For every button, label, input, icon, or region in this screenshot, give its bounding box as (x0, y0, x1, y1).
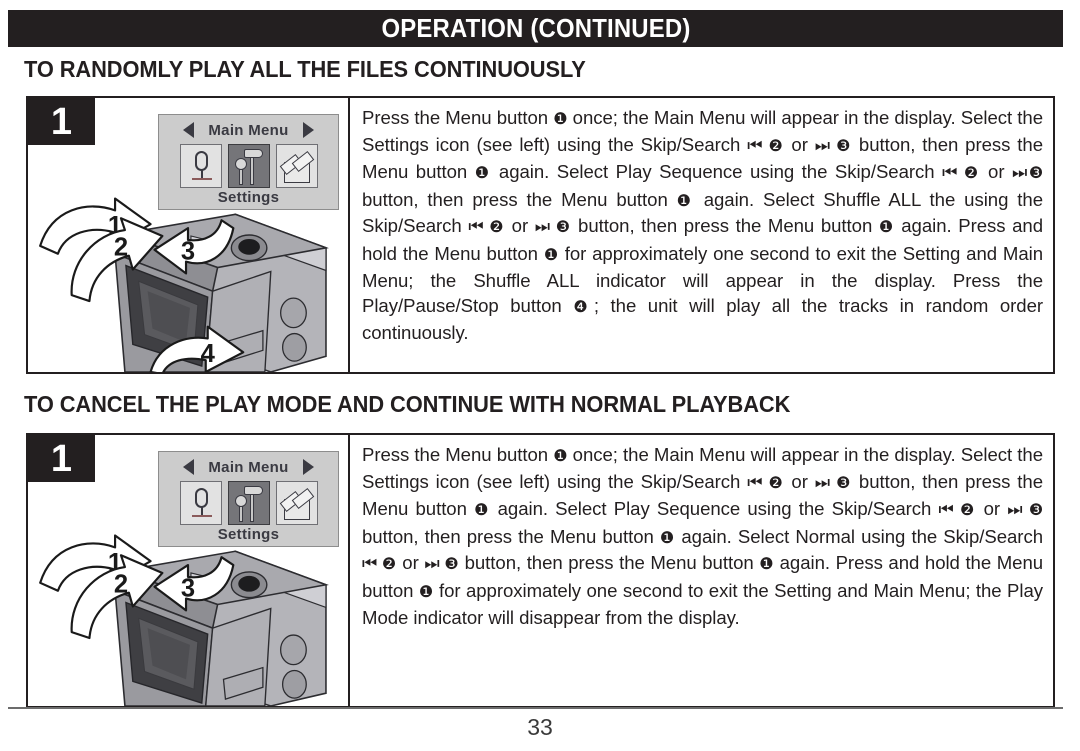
svg-text:3: 3 (181, 238, 195, 266)
svg-text:3: 3 (181, 575, 195, 603)
skip-search-glyph: ⏮ (938, 500, 954, 521)
svg-text:4: 4 (201, 340, 216, 368)
step-box-1: 1 Main Menu Settings 1 2 3 4 Press the M… (26, 96, 1055, 374)
arrow-left-icon (183, 122, 195, 138)
skip-search-glyph: ⏮ (747, 472, 762, 493)
callout-number-glyph: ❷ (489, 217, 506, 237)
callout-number-glyph: ❶ (553, 446, 568, 465)
callout-number-glyph: ❶ (759, 554, 775, 574)
lcd-icon-row (159, 144, 338, 188)
microphone-icon (179, 481, 222, 525)
instruction-text-1: Press the Menu button ❶ once; the Main M… (362, 107, 1044, 343)
lcd-title-row: Main Menu (159, 452, 338, 480)
callout-number-glyph: ❶ (474, 500, 491, 520)
section-heading-1: TO RANDOMLY PLAY ALL THE FILES CONTINUOU… (24, 56, 586, 82)
skip-search-glyph: ⏮ (942, 163, 957, 184)
callout-number-glyph: ❷ (381, 554, 397, 574)
skip-search-glyph: ⏭ (814, 135, 830, 156)
main-menu-screen-1: Main Menu Settings (158, 114, 339, 210)
lcd-title: Main Menu (208, 121, 289, 139)
step-number-badge-1: 1 (28, 98, 95, 145)
callout-number-glyph: ❶ (878, 217, 895, 237)
skip-search-glyph: ⏭ (1007, 500, 1022, 521)
illustration-pane-2: 1 Main Menu Settings 1 2 3 (28, 435, 350, 706)
main-menu-screen-2: Main Menu Settings (158, 451, 339, 547)
callout-number-glyph: ❸ (1028, 500, 1043, 520)
skip-search-glyph: ⏮ (362, 554, 377, 575)
step-number-badge-2: 1 (28, 435, 95, 482)
microphone-icon (179, 144, 222, 188)
lcd-title: Main Menu (208, 458, 289, 476)
files-icon (275, 481, 318, 525)
arrow-right-icon (302, 459, 314, 475)
lcd-icon-row (159, 481, 338, 525)
lcd-caption: Settings (217, 189, 280, 206)
callout-number-glyph: ❸ (1026, 163, 1043, 183)
callout-number-glyph: ❶ (418, 581, 434, 601)
svg-text:2: 2 (114, 571, 128, 599)
instruction-pane-1: Press the Menu button ❶ once; the Main M… (350, 98, 1053, 372)
skip-search-glyph: ⏭ (814, 472, 830, 493)
arrow-right-icon (302, 122, 314, 138)
callout-number-glyph: ❷ (963, 163, 981, 183)
step-box-2: 1 Main Menu Settings 1 2 3 Press the Men… (26, 433, 1055, 708)
page-title: OPERATION (CONTINUED) (380, 13, 691, 43)
callout-number-glyph: ❶ (553, 109, 568, 128)
page-number: 33 (527, 714, 553, 740)
callout-number-glyph: ❸ (444, 554, 459, 574)
section-heading-2: TO CANCEL THE PLAY MODE AND CONTINUE WIT… (24, 391, 791, 417)
callout-number-glyph: ❶ (543, 244, 559, 264)
footer-divider (8, 707, 1063, 709)
callout-number-glyph: ❷ (960, 500, 977, 520)
lcd-caption: Settings (217, 526, 280, 543)
skip-search-glyph: ⏭ (424, 554, 439, 575)
callout-number-glyph: ❸ (555, 217, 572, 237)
svg-text:2: 2 (114, 234, 128, 262)
lcd-title-row: Main Menu (159, 115, 338, 143)
skip-search-glyph: ⏮ (468, 217, 483, 238)
callout-number-glyph: ❶ (676, 190, 695, 210)
illustration-pane-1: 1 Main Menu Settings 1 2 3 4 (28, 98, 350, 372)
arrow-left-icon (183, 459, 195, 475)
files-icon (275, 144, 318, 188)
instruction-pane-2: Press the Menu button ❶ once; the Main M… (350, 435, 1053, 706)
skip-search-glyph: ⏭ (534, 217, 550, 238)
callout-number-glyph: ❷ (768, 472, 785, 492)
callout-number-glyph: ❶ (474, 163, 492, 183)
callout-number-glyph: ❸ (835, 135, 853, 155)
tools-settings-icon (227, 481, 270, 525)
skip-search-glyph: ⏮ (747, 135, 762, 156)
tools-settings-icon (227, 144, 270, 188)
callout-number-glyph: ❷ (768, 135, 785, 155)
callout-number-glyph: ❸ (835, 472, 853, 492)
instruction-text-2: Press the Menu button ❶ once; the Main M… (362, 444, 1044, 628)
skip-search-glyph: ⏭ (1012, 163, 1027, 184)
page-banner: OPERATION (CONTINUED) (8, 10, 1063, 47)
callout-number-glyph: ❹ (573, 297, 594, 317)
callout-number-glyph: ❶ (659, 527, 676, 547)
